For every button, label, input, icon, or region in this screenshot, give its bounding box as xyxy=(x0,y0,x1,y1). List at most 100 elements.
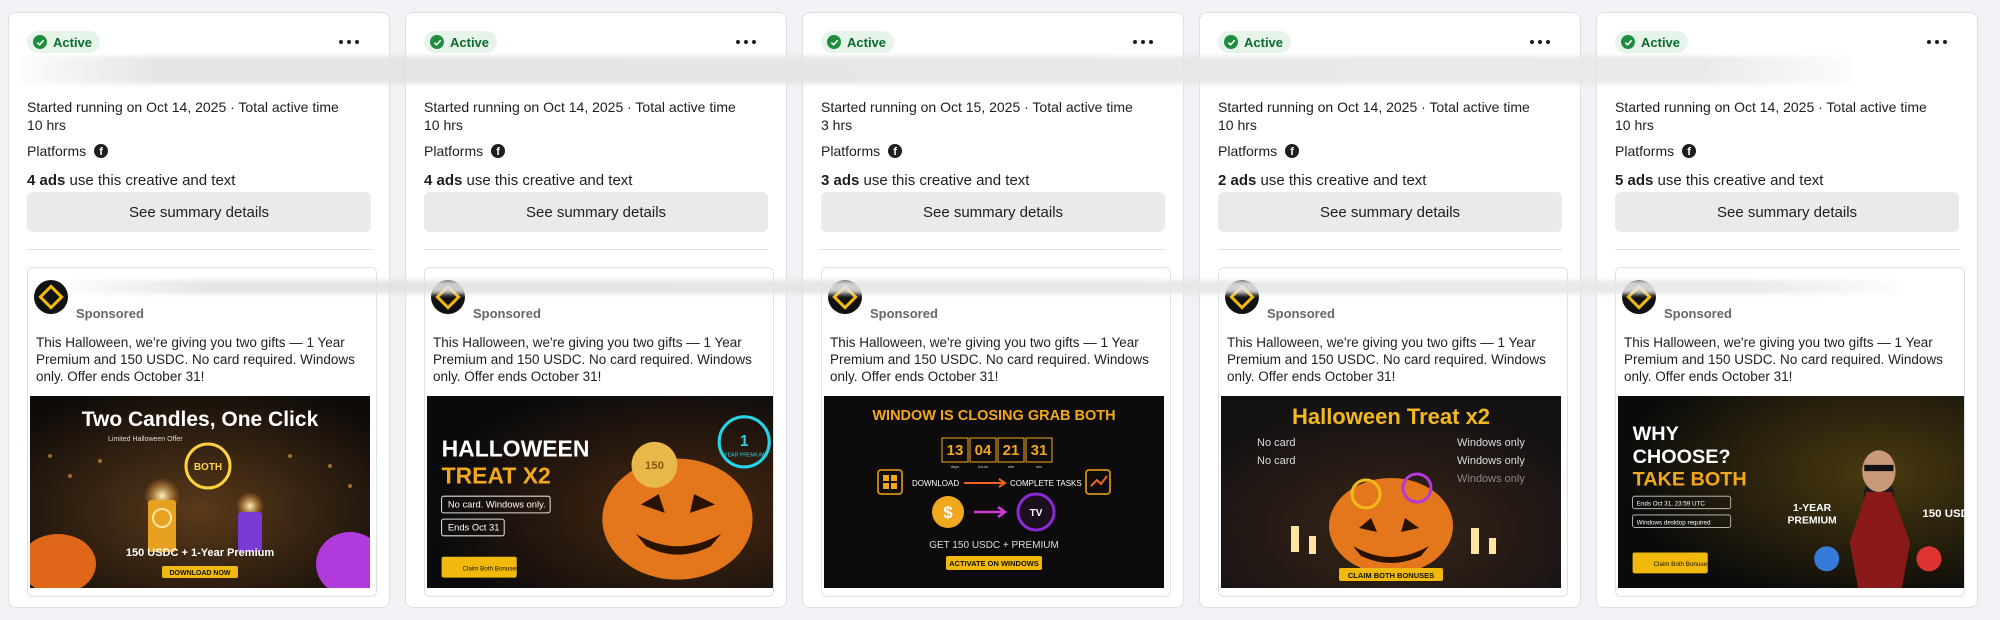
see-summary-details-button[interactable]: See summary details xyxy=(424,192,768,232)
ads-count-suffix: use this creative and text xyxy=(859,172,1030,189)
creative-badge: BOTH xyxy=(194,462,222,473)
ad-card-header: Active Started running on Oct 14, 2025 ·… xyxy=(406,13,786,273)
more-options-icon[interactable] xyxy=(1927,35,1947,49)
see-summary-details-button[interactable]: See summary details xyxy=(27,192,371,232)
ad-creative-image[interactable]: WINDOW IS CLOSING GRAB BOTH 13 04 21 31 … xyxy=(824,396,1164,588)
facebook-icon: f xyxy=(1285,144,1300,158)
creative-pill-1: Ends Oct 31, 23:59 UTC xyxy=(1637,501,1706,508)
active-duration: 10 hrs xyxy=(424,117,463,133)
ads-count: 4 ads xyxy=(27,172,66,189)
creative-headline: Two Candles, One Click xyxy=(82,408,319,431)
creative-headline-1: HALLOWEEN xyxy=(442,436,590,462)
ad-creative-image[interactable]: HALLOWEEN TREAT X2 No card. Windows only… xyxy=(427,396,774,588)
status-label: Active xyxy=(1244,34,1284,50)
ads-count: 2 ads xyxy=(1218,172,1257,189)
diamond-logo-icon xyxy=(38,284,64,310)
active-duration: 10 hrs xyxy=(27,117,66,133)
ads-count: 3 ads xyxy=(821,172,860,189)
creative-cta: DOWNLOAD NOW xyxy=(169,570,230,577)
status-badge: Active xyxy=(424,31,498,53)
ad-card-2: Active Started running on Oct 14, 2025 ·… xyxy=(405,12,787,608)
dollar-coin-icon: $ xyxy=(943,503,953,522)
started-running-text: Started running on Oct 15, 2025 · Total … xyxy=(821,99,1133,115)
ad-card-1: Active Started running on Oct 14, 2025 ·… xyxy=(8,12,390,608)
check-circle-icon xyxy=(1621,35,1635,49)
creative-footer: 150 USDC + 1-Year Premium xyxy=(126,547,274,559)
ads-count-suffix: use this creative and text xyxy=(1256,172,1427,189)
creative-headline-2: TREAT X2 xyxy=(442,463,551,489)
platforms-label: Platforms xyxy=(1218,143,1278,159)
more-options-icon[interactable] xyxy=(1530,35,1550,49)
platforms-row: Platforms f xyxy=(821,143,903,159)
platforms-label: Platforms xyxy=(821,143,881,159)
creative-premium-1: 1-YEAR xyxy=(1793,503,1832,514)
ad-library-card-row: Active Started running on Oct 14, 2025 ·… xyxy=(0,0,2000,620)
creative-cta: Claim Both Bonuses xyxy=(1653,561,1710,568)
creative-footer: GET 150 USDC + PREMIUM xyxy=(929,540,1059,551)
creative-step-2: COMPLETE TASKS xyxy=(1010,479,1082,488)
advertiser-avatar[interactable] xyxy=(1622,280,1656,314)
status-badge: Active xyxy=(27,31,101,53)
sponsored-label: Sponsored xyxy=(76,306,144,321)
creative-pill-1: No card. Windows only. xyxy=(448,499,546,510)
sponsored-label: Sponsored xyxy=(870,306,938,321)
check-circle-icon xyxy=(1224,35,1238,49)
facebook-icon: f xyxy=(1682,144,1697,158)
facebook-icon: f xyxy=(888,144,903,158)
divider xyxy=(424,249,768,250)
ad-preview: Sponsored This Halloween, we're giving y… xyxy=(1218,267,1568,597)
timer-minutes: 21 xyxy=(1003,442,1020,459)
tradingview-logo-icon: TV xyxy=(1030,508,1043,519)
creative-headline-3: TAKE BOTH xyxy=(1633,469,1747,491)
timer-days: 13 xyxy=(947,442,964,459)
check-circle-icon xyxy=(430,35,444,49)
advertiser-avatar[interactable] xyxy=(1225,280,1259,314)
ad-body-text: This Halloween, we're giving you two gif… xyxy=(1227,335,1546,384)
creative-badge-number: 1 xyxy=(740,433,749,450)
ad-body-text: This Halloween, we're giving you two gif… xyxy=(36,335,355,384)
active-duration: 10 hrs xyxy=(1615,117,1654,133)
facebook-icon: f xyxy=(94,144,109,158)
advertiser-avatar[interactable] xyxy=(34,280,68,314)
more-options-icon[interactable] xyxy=(736,35,756,49)
ad-card-header: Active Started running on Oct 14, 2025 ·… xyxy=(9,13,389,273)
facebook-icon: f xyxy=(491,144,506,158)
more-options-icon[interactable] xyxy=(1133,35,1153,49)
creative-headline: Halloween Treat x2 xyxy=(1292,404,1490,429)
see-summary-details-button[interactable]: See summary details xyxy=(1218,192,1562,232)
status-badge: Active xyxy=(821,31,895,53)
diamond-logo-icon xyxy=(1229,284,1255,310)
timer-unit-days: days xyxy=(951,464,959,469)
more-options-icon[interactable] xyxy=(339,35,359,49)
see-summary-details-button[interactable]: See summary details xyxy=(821,192,1165,232)
active-duration: 3 hrs xyxy=(821,117,853,133)
creative-headline-1: WHY xyxy=(1633,423,1679,445)
ad-body-text: This Halloween, we're giving you two gif… xyxy=(830,335,1149,384)
platforms-label: Platforms xyxy=(424,143,484,159)
ads-count-line: 2 ads use this creative and text xyxy=(1218,172,1426,189)
ads-count-suffix: use this creative and text xyxy=(462,172,633,189)
ad-creative-image[interactable]: WHY CHOOSE? TAKE BOTH Ends Oct 31, 23:59… xyxy=(1618,396,1965,588)
platforms-row: Platforms f xyxy=(424,143,506,159)
creative-cta: CLAIM BOTH BONUSES xyxy=(1348,571,1434,580)
platforms-row: Platforms f xyxy=(1615,143,1697,159)
creative-badge-text: YEAR PREMIUM xyxy=(724,453,764,459)
creative-headline: WINDOW IS CLOSING GRAB BOTH xyxy=(872,408,1115,424)
creative-coin: 150 xyxy=(645,460,664,472)
ad-creative-image[interactable]: Halloween Treat x2 No card No card Windo… xyxy=(1221,396,1561,588)
started-running-text: Started running on Oct 14, 2025 · Total … xyxy=(424,99,736,115)
check-circle-icon xyxy=(33,35,47,49)
creative-right-1: Windows only xyxy=(1457,437,1525,449)
creative-left-2: No card xyxy=(1257,455,1296,467)
ad-preview: Sponsored This Halloween, we're giving y… xyxy=(821,267,1171,597)
status-badge: Active xyxy=(1615,31,1689,53)
ad-card-3: Active Started running on Oct 15, 2025 ·… xyxy=(802,12,1184,608)
advertiser-avatar[interactable] xyxy=(431,280,465,314)
advertiser-avatar[interactable] xyxy=(828,280,862,314)
see-summary-details-button[interactable]: See summary details xyxy=(1615,192,1959,232)
status-label: Active xyxy=(1641,34,1681,50)
ad-preview: Sponsored This Halloween, we're giving y… xyxy=(424,267,774,597)
ad-creative-image[interactable]: Two Candles, One Click Limited Halloween… xyxy=(30,396,370,588)
creative-pill-2: Windows desktop required xyxy=(1637,519,1711,526)
creative-sub: Limited Halloween Offer xyxy=(108,436,183,443)
